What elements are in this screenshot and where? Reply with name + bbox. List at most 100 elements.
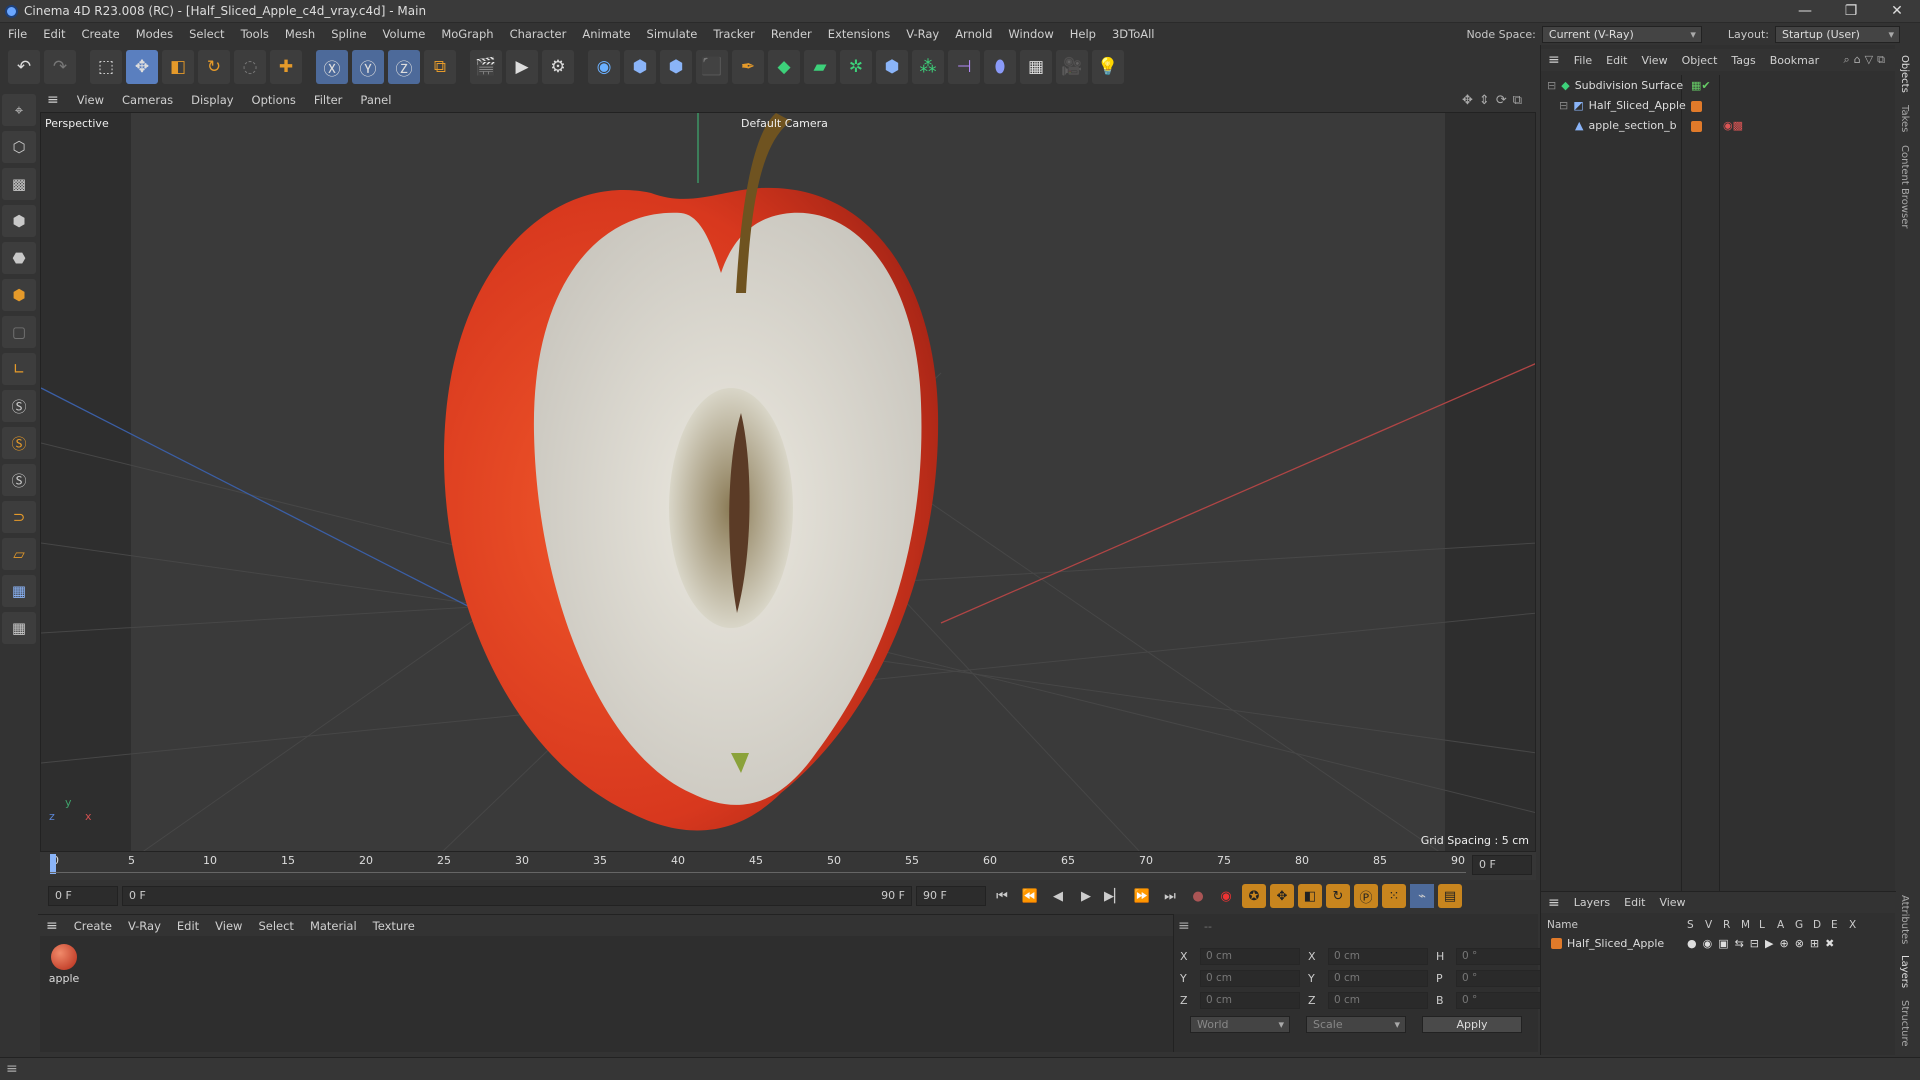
tab-objects[interactable]: Objects	[1899, 55, 1910, 93]
goto-end-icon[interactable]: ⏭	[1158, 884, 1182, 908]
size-z-field[interactable]: 0 cm	[1328, 992, 1428, 1009]
menu-tracker[interactable]: Tracker	[705, 27, 763, 41]
coordinate-system-icon[interactable]: ⧉	[424, 50, 456, 84]
axis-mode-icon[interactable]: ∟	[2, 353, 36, 385]
mograph-icon[interactable]: ⁂	[912, 50, 944, 84]
model-mode-icon[interactable]: ⬡	[2, 131, 36, 163]
layer-menu-view[interactable]: View	[1652, 896, 1692, 909]
key-scale-icon[interactable]: ◧	[1298, 884, 1322, 908]
light-icon[interactable]: 💡	[1092, 50, 1124, 84]
workplane-icon[interactable]: ▱	[2, 538, 36, 570]
object-menu-view[interactable]: View	[1634, 54, 1674, 67]
motion-system-icon[interactable]: ⌁	[1410, 884, 1434, 908]
material-swatch[interactable]: apple	[44, 944, 84, 985]
cube-primitive-icon[interactable]: ⬛	[696, 50, 728, 84]
camera-label[interactable]: Default Camera	[741, 117, 828, 130]
playhead[interactable]	[50, 854, 56, 874]
tab-attributes[interactable]: Attributes	[1899, 895, 1910, 944]
redo-icon[interactable]: ↷	[44, 50, 76, 84]
recent-tool-icon[interactable]: ◌	[234, 50, 266, 84]
close-button[interactable]: ✕	[1874, 3, 1920, 19]
floor-icon[interactable]: ▦	[1020, 50, 1052, 84]
object-menu-object[interactable]: Object	[1675, 54, 1725, 67]
viewport-nav-icons[interactable]: ✥⇕⟳⧉	[1462, 93, 1538, 108]
goto-start-icon[interactable]: ⏮	[990, 884, 1014, 908]
points-mode-icon[interactable]: ⬢	[2, 205, 36, 237]
menu-arnold[interactable]: Arnold	[947, 27, 1000, 41]
snap-settings-icon[interactable]: Ⓢ	[2, 427, 36, 459]
material-menu-material[interactable]: Material	[302, 919, 365, 933]
menu-simulate[interactable]: Simulate	[639, 27, 706, 41]
undo-icon[interactable]: ↶	[8, 50, 40, 84]
start-frame-field[interactable]: 0 F	[48, 886, 118, 906]
menu-create[interactable]: Create	[74, 27, 128, 41]
lock-workplane-icon[interactable]: ▦	[2, 612, 36, 644]
rot-b-field[interactable]: 0 °	[1456, 992, 1546, 1009]
viewport-menu-options[interactable]: Options	[243, 93, 305, 107]
camera-icon[interactable]: 🎥	[1056, 50, 1088, 84]
material-menu-texture[interactable]: Texture	[365, 919, 423, 933]
pos-y-field[interactable]: 0 cm	[1200, 970, 1300, 987]
python-icon[interactable]: ⬢	[624, 50, 656, 84]
coordinates-menu-icon[interactable]: ≡	[1178, 918, 1190, 934]
rot-p-field[interactable]: 0 °	[1456, 970, 1546, 987]
layer-menu-icon[interactable]: ≡	[1541, 895, 1567, 911]
object-menu-bookmarks[interactable]: Bookmar	[1763, 54, 1826, 67]
end-frame-field[interactable]: 90 F	[916, 886, 986, 906]
render-settings-icon[interactable]: ⚙	[542, 50, 574, 84]
object-row-apple-section[interactable]: ▲ apple_section_b ◉▩	[1575, 119, 1743, 132]
menu-select[interactable]: Select	[181, 27, 232, 41]
key-parameter-icon[interactable]: Ⓟ	[1354, 884, 1378, 908]
menu-edit[interactable]: Edit	[35, 27, 73, 41]
layer-color-tag[interactable]	[1691, 121, 1702, 132]
node-space-select[interactable]: Current (V-Ray)	[1541, 25, 1702, 43]
viewport-perspective[interactable]: Perspective Default Camera Grid Spacing …	[40, 112, 1536, 852]
menu-modes[interactable]: Modes	[128, 27, 181, 41]
menu-vray[interactable]: V-Ray	[898, 27, 947, 41]
extrude-icon[interactable]: ▰	[804, 50, 836, 84]
material-menu-icon[interactable]: ≡	[38, 918, 66, 934]
add-tool-icon[interactable]: ✚	[270, 50, 302, 84]
layer-row[interactable]: Half_Sliced_Apple ●◉▣⇆⊟▶⊕⊗⊞✖	[1551, 937, 1840, 950]
key-position-icon[interactable]: ✥	[1270, 884, 1294, 908]
pos-x-field[interactable]: 0 cm	[1200, 948, 1300, 965]
menu-mesh[interactable]: Mesh	[277, 27, 323, 41]
viewport-menu-filter[interactable]: Filter	[305, 93, 351, 107]
object-menu-file[interactable]: File	[1567, 54, 1599, 67]
current-frame-field[interactable]: 0 F	[1472, 855, 1532, 875]
make-editable-icon[interactable]: ⌖	[2, 94, 36, 126]
z-axis-icon[interactable]: Ⓩ	[388, 50, 420, 84]
material-tag-icon[interactable]: ◉▩	[1723, 119, 1743, 132]
menu-render[interactable]: Render	[763, 27, 820, 41]
menu-spline[interactable]: Spline	[323, 27, 374, 41]
tab-takes[interactable]: Takes	[1899, 105, 1910, 132]
viewport-menu-panel[interactable]: Panel	[351, 93, 400, 107]
python-icon-3[interactable]: ⬢	[876, 50, 908, 84]
menu-volume[interactable]: Volume	[375, 27, 434, 41]
object-row-half-sliced-apple[interactable]: ⊟ ◩ Half_Sliced_Apple	[1559, 99, 1702, 112]
scale-tool-icon[interactable]: ◧	[162, 50, 194, 84]
magnet-icon[interactable]: ⊃	[2, 501, 36, 533]
render-view-icon[interactable]: 🎬	[470, 50, 502, 84]
timeline-window-icon[interactable]: ▤	[1438, 884, 1462, 908]
texture-mode-icon[interactable]: ▩	[2, 168, 36, 200]
object-menu-tags[interactable]: Tags	[1724, 54, 1762, 67]
y-axis-icon[interactable]: Ⓨ	[352, 50, 384, 84]
material-menu-edit[interactable]: Edit	[169, 919, 207, 933]
record-icon[interactable]: ●	[1186, 884, 1210, 908]
python-icon-2[interactable]: ⬢	[660, 50, 692, 84]
object-search-icons[interactable]: ⌕⌂▽⧉	[1837, 53, 1896, 67]
x-axis-icon[interactable]: Ⓧ	[316, 50, 348, 84]
prev-key-icon[interactable]: ⏪	[1018, 884, 1042, 908]
tab-structure[interactable]: Structure	[1899, 1000, 1910, 1047]
key-pla-icon[interactable]: ⁙	[1382, 884, 1406, 908]
vray-icon[interactable]: ◉	[588, 50, 620, 84]
render-picture-viewer-icon[interactable]: ▶	[506, 50, 538, 84]
layer-toggle-icons[interactable]: ●◉▣⇆⊟▶⊕⊗⊞✖	[1687, 937, 1840, 950]
status-menu-icon[interactable]: ≡	[6, 1061, 18, 1077]
rotate-tool-icon[interactable]: ↻	[198, 50, 230, 84]
coordinate-mode-select[interactable]: World	[1190, 1016, 1290, 1033]
snap-workplane-icon[interactable]: Ⓢ	[2, 464, 36, 496]
menu-window[interactable]: Window	[1000, 27, 1061, 41]
pos-z-field[interactable]: 0 cm	[1200, 992, 1300, 1009]
